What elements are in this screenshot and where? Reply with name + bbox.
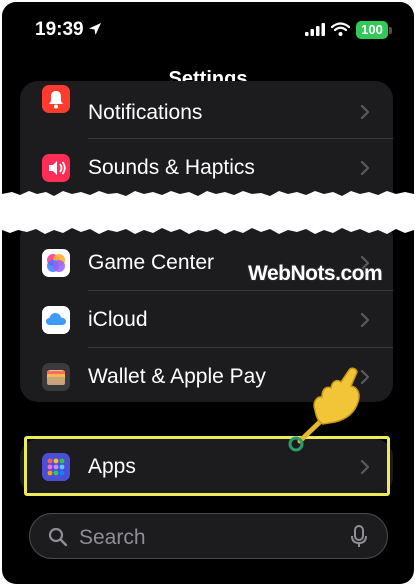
pointing-hand-icon bbox=[288, 367, 360, 452]
row-label-icloud: iCloud bbox=[88, 308, 148, 331]
row-label-sounds-haptics: Sounds & Haptics bbox=[88, 156, 255, 179]
chevron-right-icon bbox=[360, 104, 370, 120]
search-icon bbox=[48, 527, 68, 547]
wifi-icon bbox=[331, 22, 350, 36]
chevron-right-icon bbox=[360, 312, 370, 328]
chevron-right-icon bbox=[360, 160, 370, 176]
game-center-icon bbox=[42, 249, 70, 277]
phone-screen: 19:39 100 Settings Notifications Sounds … bbox=[2, 2, 414, 584]
wallet-icon bbox=[42, 363, 70, 391]
speaker-icon bbox=[42, 154, 70, 182]
battery-nub bbox=[389, 27, 392, 34]
search-input[interactable]: Search bbox=[29, 513, 388, 559]
row-label-notifications: Notifications bbox=[88, 101, 203, 124]
row-label-wallet-apple-pay: Wallet & Apple Pay bbox=[88, 365, 266, 388]
microphone-icon[interactable] bbox=[350, 525, 368, 549]
location-arrow-icon bbox=[89, 23, 101, 35]
torn-paper-divider bbox=[2, 191, 414, 234]
status-bar: 19:39 100 bbox=[2, 2, 414, 58]
watermark: WebNots.com bbox=[248, 262, 383, 285]
row-label-game-center: Game Center bbox=[88, 251, 215, 274]
cellular-signal-icon bbox=[305, 23, 325, 36]
cloud-icon bbox=[42, 306, 70, 334]
search-placeholder: Search bbox=[79, 526, 146, 549]
row-notifications[interactable]: Notifications bbox=[20, 82, 393, 139]
row-icloud[interactable]: iCloud bbox=[20, 291, 393, 348]
bell-icon bbox=[42, 85, 70, 113]
battery-icon: 100 bbox=[356, 21, 388, 39]
status-time: 19:39 bbox=[35, 19, 84, 40]
